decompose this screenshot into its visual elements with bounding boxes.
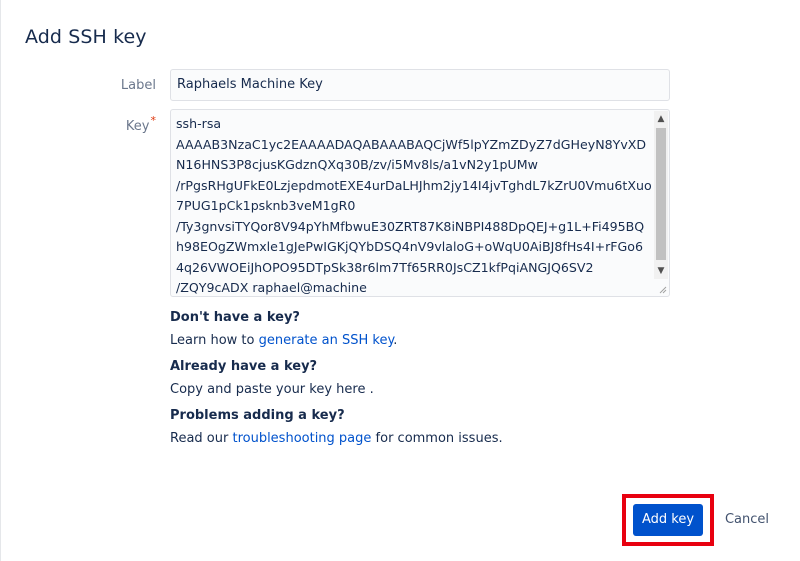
label-field-label-text: Label	[120, 78, 156, 93]
help-no-key-text-after: .	[393, 333, 398, 348]
troubleshooting-page-link[interactable]: troubleshooting page	[232, 431, 371, 446]
cancel-button[interactable]: Cancel	[719, 504, 775, 536]
help-no-key: Don't have a key? Learn how to generate …	[170, 309, 397, 351]
help-have-key: Already have a key? Copy and paste your …	[170, 358, 374, 400]
help-problems-text: Read our troubleshooting page for common…	[170, 429, 503, 449]
help-no-key-text: Learn how to generate an SSH key.	[170, 331, 397, 351]
label-input-value: Raphaels Machine Key	[177, 77, 323, 92]
help-no-key-heading: Don't have a key?	[170, 310, 300, 325]
scroll-down-arrow-icon[interactable]: ▼	[654, 264, 668, 278]
help-problems: Problems adding a key? Read our troubles…	[170, 407, 503, 449]
help-have-key-heading: Already have a key?	[170, 359, 318, 374]
label-field-label: Label	[76, 78, 156, 93]
help-problems-heading: Problems adding a key?	[170, 408, 345, 423]
key-textarea-value: ssh-rsa AAAAB3NzaC1yc2EAAAADAQABAAABAQCj…	[176, 116, 652, 295]
help-problems-text-after: for common issues.	[371, 431, 503, 446]
resize-grip-icon[interactable]	[658, 285, 667, 294]
key-textarea[interactable]: ssh-rsa AAAAB3NzaC1yc2EAAAADAQABAAABAQCj…	[170, 109, 670, 297]
add-key-button[interactable]: Add key	[633, 504, 703, 536]
scroll-up-arrow-icon[interactable]: ▲	[654, 112, 668, 126]
label-input[interactable]: Raphaels Machine Key	[170, 69, 670, 101]
help-no-key-text-before: Learn how to	[170, 333, 259, 348]
key-textarea-scrollbar[interactable]: ▲ ▼	[654, 111, 668, 279]
key-field-label-text: Key	[125, 119, 150, 134]
dialog-title: Add SSH key	[25, 26, 147, 48]
help-problems-text-before: Read our	[170, 431, 233, 446]
scroll-thumb[interactable]	[656, 128, 666, 260]
key-field-label: Key*	[76, 114, 156, 134]
help-have-key-text: Copy and paste your key here .	[170, 382, 374, 397]
add-ssh-key-dialog: Add SSH key Label Raphaels Machine Key K…	[0, 0, 800, 561]
generate-ssh-key-link[interactable]: generate an SSH key	[259, 333, 394, 348]
required-marker: *	[150, 114, 157, 127]
